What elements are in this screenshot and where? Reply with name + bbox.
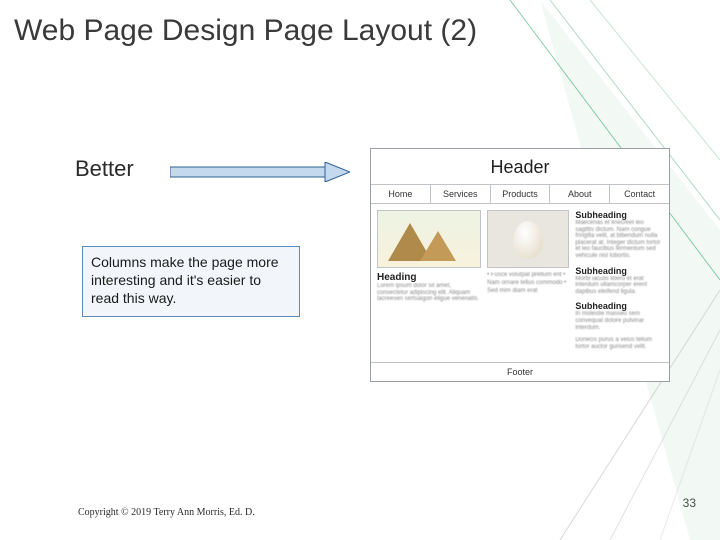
pyramid-image (377, 210, 481, 268)
wf-text: Maecenas et linecreet leo sagittis dictu… (575, 220, 663, 260)
wf-bullets: • Fusce volutpat pretium erit • Nam orna… (487, 272, 569, 295)
wf-nav-item: Home (371, 185, 431, 203)
wf-text: Morbi iaculis libero et erat interdum ul… (575, 276, 663, 296)
wf-nav-item: Contact (610, 185, 669, 203)
wf-footer: Footer (371, 362, 669, 381)
better-label: Better (75, 156, 134, 182)
wf-subheading: Subheading (575, 210, 663, 220)
wf-text: Lorem ipsum dolor sit amet, consectetur … (377, 283, 481, 303)
copyright: Copyright © 2019 Terry Ann Morris, Ed. D… (78, 507, 255, 518)
arrow-icon (170, 162, 350, 182)
wf-left-column: Heading Lorem ipsum dolor sit amet, cons… (377, 210, 481, 356)
caption-box: Columns make the page more interesting a… (82, 246, 300, 317)
wf-subheading: Subheading (575, 266, 663, 276)
wf-nav-item: Products (491, 185, 551, 203)
wireframe-example: Header Home Services Products About Cont… (370, 148, 670, 382)
page-number: 33 (683, 496, 696, 510)
wf-text: Donecis purus a velus tellum tortor auct… (575, 337, 663, 350)
wf-mid-column: • Fusce volutpat pretium erit • Nam orna… (487, 210, 569, 356)
wf-text: In molestie masseu sem convequat dolore … (575, 311, 663, 331)
wf-body: Heading Lorem ipsum dolor sit amet, cons… (371, 204, 669, 362)
slide: Web Page Design Page Layout (2) Better C… (0, 0, 720, 540)
wf-subheading: Subheading (575, 301, 663, 311)
wf-header: Header (371, 149, 669, 184)
wf-nav: Home Services Products About Contact (371, 184, 669, 204)
page-title: Web Page Design Page Layout (2) (14, 14, 477, 48)
wf-nav-item: Services (431, 185, 491, 203)
wf-nav-item: About (550, 185, 610, 203)
wf-right-column: Subheading Maecenas et linecreet leo sag… (575, 210, 663, 356)
wf-heading: Heading (377, 272, 481, 283)
egg-image (487, 210, 569, 268)
